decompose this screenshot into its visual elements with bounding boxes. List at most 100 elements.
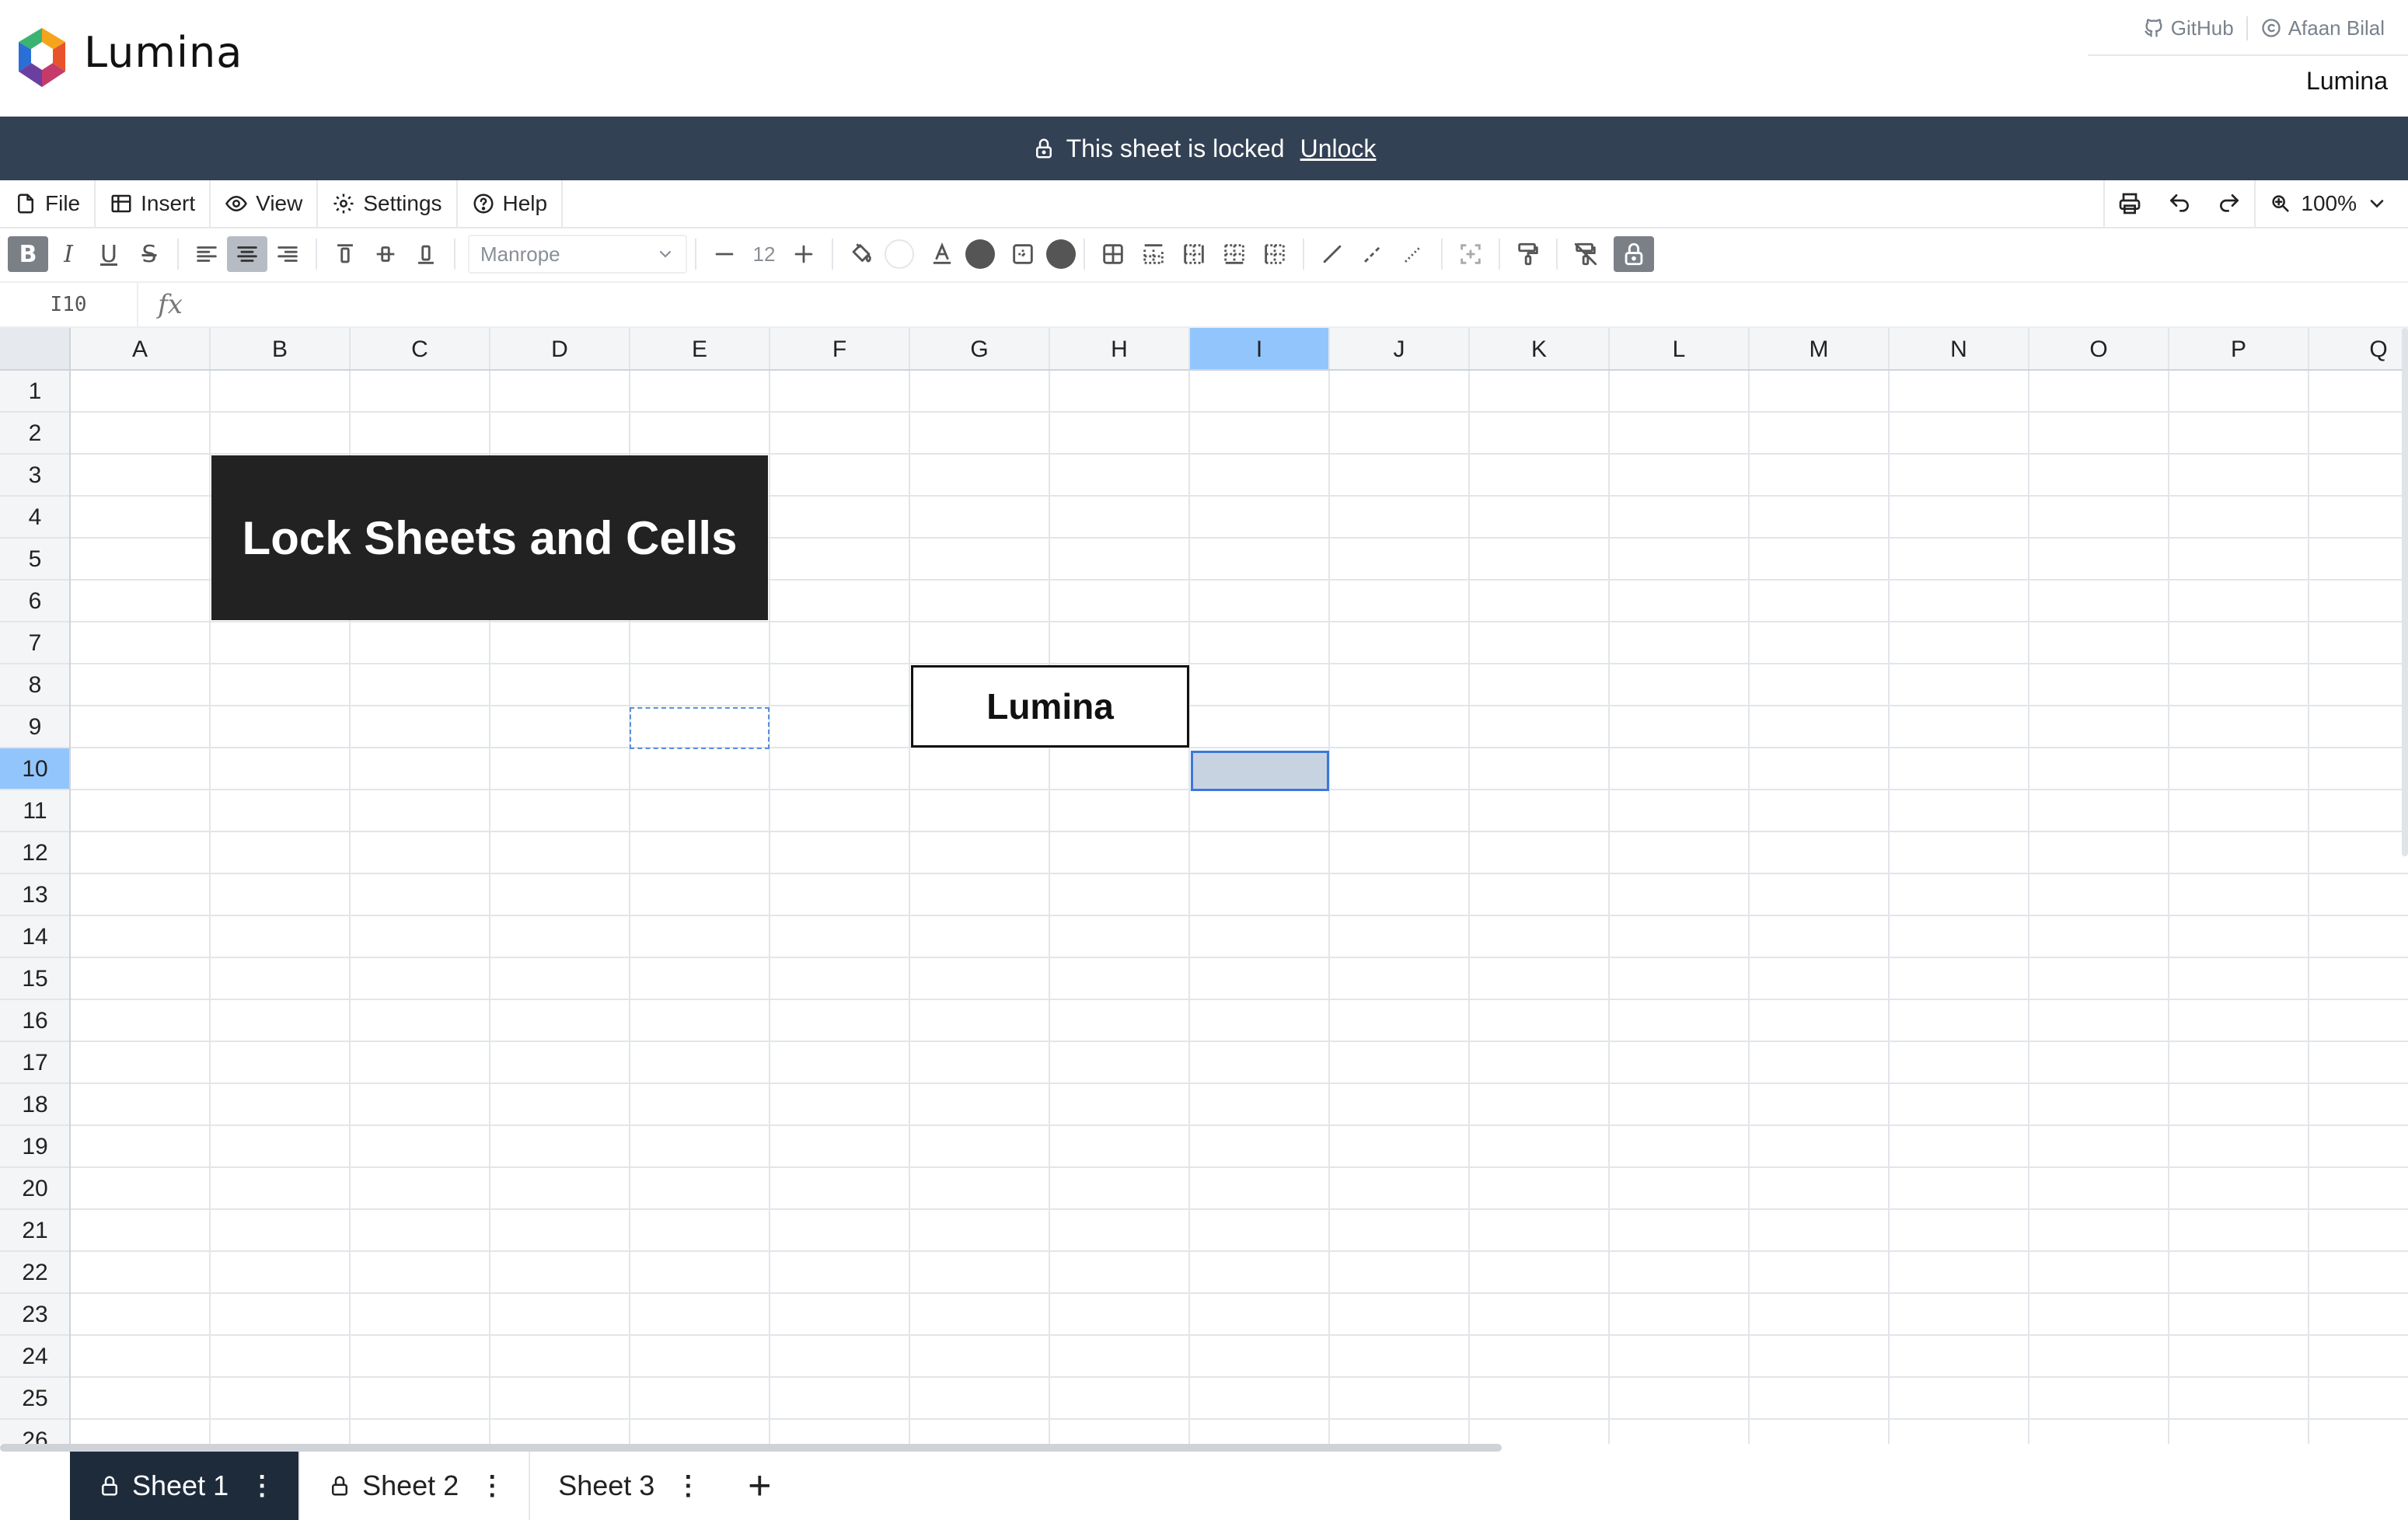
row-header-14[interactable]: 14 bbox=[22, 924, 47, 950]
zoom-control[interactable]: 100% bbox=[2254, 180, 2408, 227]
column-header-q[interactable]: Q bbox=[2369, 336, 2387, 362]
formula-input[interactable] bbox=[202, 283, 2408, 326]
row-header-13[interactable]: 13 bbox=[22, 882, 47, 908]
column-header-a[interactable]: A bbox=[132, 336, 148, 362]
row-header-8[interactable]: 8 bbox=[29, 672, 42, 698]
row-header-6[interactable]: 6 bbox=[29, 588, 42, 614]
row-header-24[interactable]: 24 bbox=[22, 1344, 47, 1369]
line-solid-button[interactable] bbox=[1312, 236, 1352, 272]
font-family-select[interactable]: Manrope bbox=[468, 235, 687, 274]
underline-button[interactable]: U bbox=[89, 236, 129, 272]
column-header-f[interactable]: F bbox=[832, 336, 846, 362]
line-dashed-button[interactable] bbox=[1352, 236, 1393, 272]
valign-top-button[interactable] bbox=[325, 236, 365, 272]
format-painter-button[interactable] bbox=[1508, 236, 1548, 272]
menu-insert[interactable]: Insert bbox=[96, 180, 211, 227]
column-header-j[interactable]: J bbox=[1394, 336, 1405, 362]
github-link[interactable]: GitHub bbox=[2131, 16, 2246, 40]
more-vertical-icon[interactable]: ⋮ bbox=[249, 1470, 275, 1501]
print-button[interactable] bbox=[2105, 180, 2155, 227]
sheet-tab-1[interactable]: Sheet 1 ⋮ bbox=[70, 1452, 301, 1520]
row-header-10[interactable]: 10 bbox=[22, 756, 47, 782]
strikethrough-button[interactable]: S bbox=[129, 236, 169, 272]
select-all-corner[interactable] bbox=[0, 328, 70, 370]
row-header-23[interactable]: 23 bbox=[22, 1302, 47, 1327]
align-center-button[interactable] bbox=[227, 236, 267, 272]
lock-cells-button[interactable] bbox=[1614, 236, 1654, 272]
merged-cell-title[interactable]: Lock Sheets and Cells bbox=[211, 455, 768, 620]
vertical-scrollbar[interactable] bbox=[2402, 328, 2408, 856]
row-header-17[interactable]: 17 bbox=[22, 1050, 47, 1076]
row-header-25[interactable]: 25 bbox=[22, 1386, 47, 1411]
menu-settings[interactable]: Settings bbox=[318, 180, 458, 227]
row-header-22[interactable]: 22 bbox=[22, 1260, 47, 1285]
border-left-button[interactable] bbox=[1255, 236, 1295, 272]
border-sides-button[interactable] bbox=[1174, 236, 1214, 272]
align-right-button[interactable] bbox=[267, 236, 308, 272]
column-header-k[interactable]: K bbox=[1531, 336, 1547, 362]
menu-file[interactable]: File bbox=[0, 180, 96, 227]
font-size-increase-button[interactable] bbox=[783, 236, 824, 272]
row-header-11[interactable]: 11 bbox=[23, 798, 47, 824]
row-header-2[interactable]: 2 bbox=[29, 420, 42, 446]
text-color-button[interactable] bbox=[922, 236, 962, 272]
clear-format-button[interactable] bbox=[1565, 236, 1606, 272]
border-color-button[interactable] bbox=[1003, 236, 1043, 272]
line-dotted-button[interactable] bbox=[1393, 236, 1433, 272]
border-all-button[interactable] bbox=[1093, 236, 1133, 272]
row-header-20[interactable]: 20 bbox=[22, 1176, 47, 1201]
bold-button[interactable]: B bbox=[8, 236, 48, 272]
column-header-g[interactable]: G bbox=[970, 336, 988, 362]
column-header-n[interactable]: N bbox=[1950, 336, 1967, 362]
row-header-16[interactable]: 16 bbox=[22, 1008, 47, 1034]
add-sheet-button[interactable]: + bbox=[724, 1452, 794, 1520]
column-header-e[interactable]: E bbox=[692, 336, 707, 362]
row-header-7[interactable]: 7 bbox=[29, 630, 42, 656]
row-header-4[interactable]: 4 bbox=[29, 504, 42, 530]
merge-cells-button[interactable] bbox=[1450, 236, 1491, 272]
fill-color-button[interactable] bbox=[841, 236, 881, 272]
sheet-tab-3[interactable]: Sheet 3 ⋮ bbox=[530, 1452, 724, 1520]
row-header-5[interactable]: 5 bbox=[29, 546, 42, 572]
align-left-button[interactable] bbox=[187, 236, 227, 272]
undo-button[interactable] bbox=[2155, 180, 2204, 227]
menu-help[interactable]: Help bbox=[458, 180, 564, 227]
cell-reference[interactable]: I10 bbox=[0, 283, 138, 326]
row-header-9[interactable]: 9 bbox=[29, 714, 42, 740]
column-header-p[interactable]: P bbox=[2231, 336, 2246, 362]
row-header-15[interactable]: 15 bbox=[22, 966, 47, 992]
active-cell[interactable] bbox=[1191, 751, 1329, 791]
row-header-12[interactable]: 12 bbox=[22, 840, 47, 866]
column-header-l[interactable]: L bbox=[1673, 336, 1686, 362]
merged-cell-brand[interactable]: Lumina bbox=[911, 665, 1189, 748]
column-header-h[interactable]: H bbox=[1111, 336, 1128, 362]
sheet-tab-2[interactable]: Sheet 2 ⋮ bbox=[300, 1452, 531, 1520]
row-header-1[interactable]: 1 bbox=[29, 378, 42, 404]
italic-button[interactable]: I bbox=[48, 236, 89, 272]
column-header-i[interactable]: I bbox=[1256, 336, 1262, 362]
border-bottom-button[interactable] bbox=[1214, 236, 1255, 272]
spreadsheet-grid[interactable]: A B C D E F G H I J K L M N O P Q 1 2 3 4 5 6 7 8 9 10 11 12 13 14 15 16… bbox=[0, 328, 2408, 1444]
border-color-swatch[interactable] bbox=[1046, 239, 1076, 269]
column-header-o[interactable]: O bbox=[2089, 336, 2107, 362]
text-color-swatch[interactable] bbox=[965, 239, 995, 269]
fill-color-swatch[interactable] bbox=[885, 239, 914, 269]
font-size-decrease-button[interactable] bbox=[704, 236, 745, 272]
column-header-d[interactable]: D bbox=[551, 336, 568, 362]
column-header-c[interactable]: C bbox=[411, 336, 428, 362]
border-top-button[interactable] bbox=[1133, 236, 1174, 272]
redo-button[interactable] bbox=[2204, 180, 2254, 227]
column-header-m[interactable]: M bbox=[1809, 336, 1829, 362]
column-header-b[interactable]: B bbox=[272, 336, 288, 362]
horizontal-scrollbar[interactable] bbox=[0, 1444, 1502, 1452]
author-link[interactable]: Afaan Bilal bbox=[2246, 16, 2397, 40]
more-vertical-icon[interactable]: ⋮ bbox=[675, 1470, 701, 1501]
row-header-19[interactable]: 19 bbox=[22, 1134, 47, 1159]
more-vertical-icon[interactable]: ⋮ bbox=[479, 1470, 505, 1501]
unlock-link[interactable]: Unlock bbox=[1300, 134, 1377, 163]
font-size-value[interactable]: 12 bbox=[745, 242, 783, 267]
row-header-18[interactable]: 18 bbox=[22, 1092, 47, 1117]
menu-view[interactable]: View bbox=[211, 180, 319, 227]
row-header-21[interactable]: 21 bbox=[22, 1218, 47, 1243]
row-header-26[interactable]: 26 bbox=[22, 1428, 47, 1444]
